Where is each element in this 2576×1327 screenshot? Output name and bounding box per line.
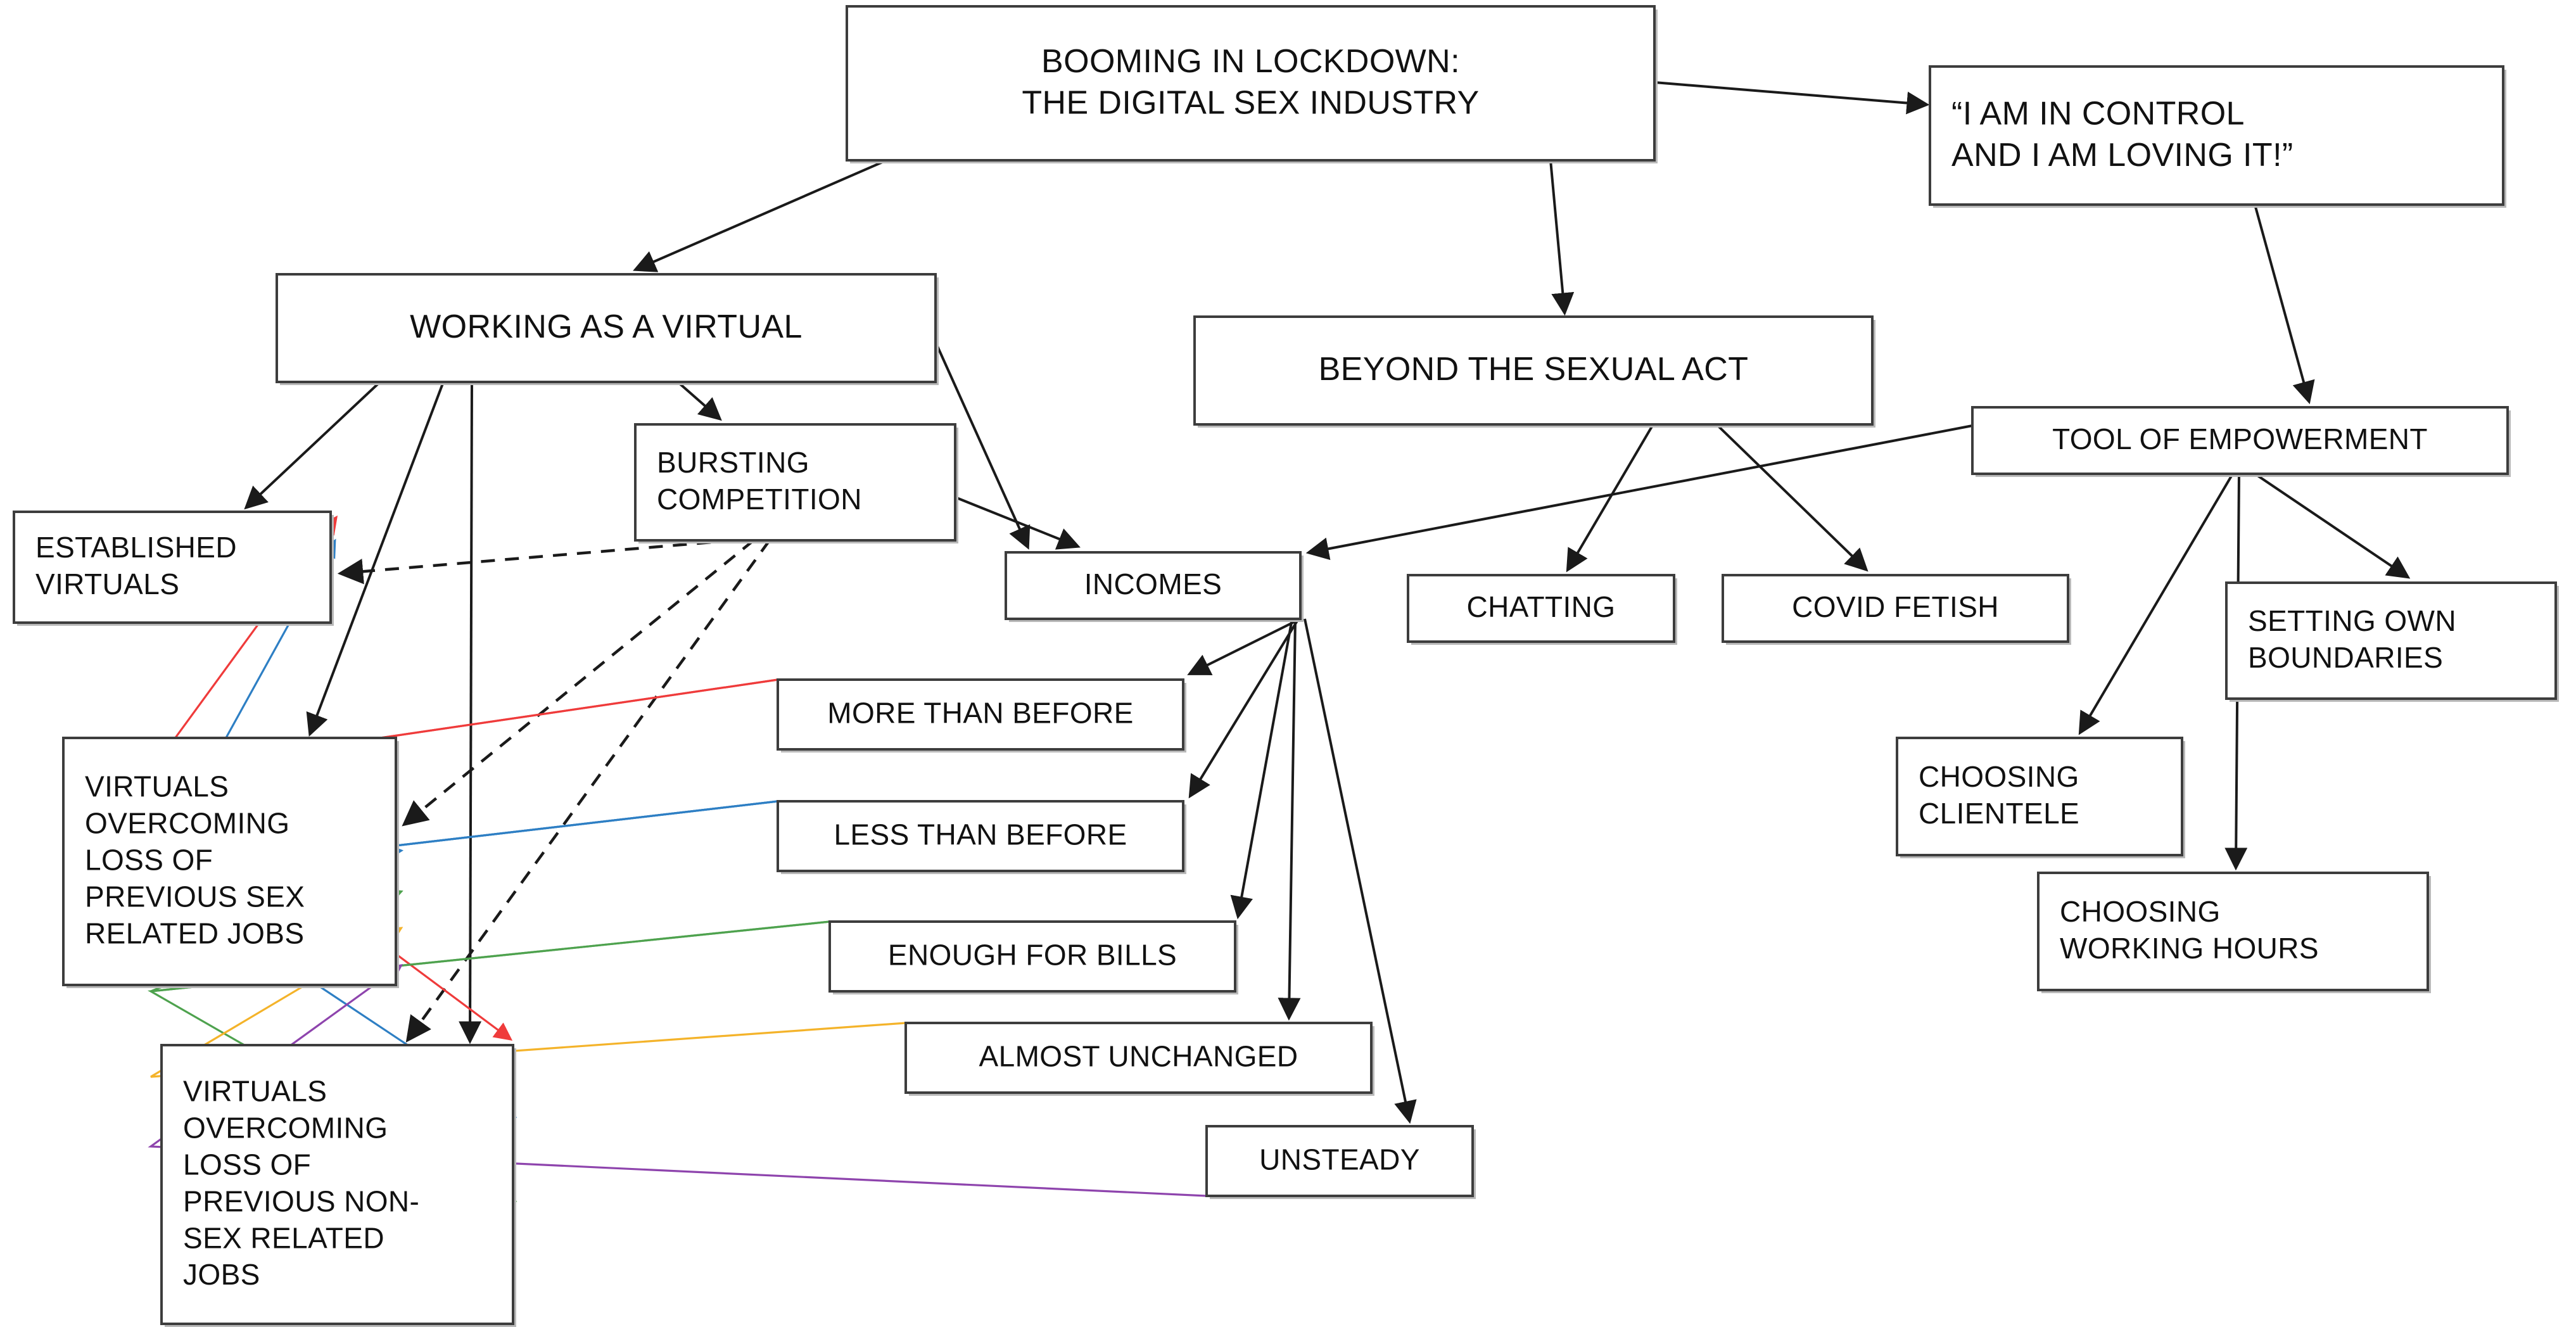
edge-tool-to-boundaries bbox=[2254, 473, 2411, 579]
node-beyond[interactable]: BEYOND THE SEXUAL ACT bbox=[1193, 315, 1875, 428]
node-label: ESTABLISHED bbox=[35, 531, 237, 564]
node-label: OVERCOMING bbox=[85, 806, 289, 839]
node-box[interactable] bbox=[846, 5, 1656, 162]
node-box[interactable] bbox=[1929, 65, 2504, 206]
edge-bursting-to-nonsexjobs bbox=[405, 539, 771, 1043]
diagram-canvas: BOOMING IN LOCKDOWN: THE DIGITAL SEX INDU… bbox=[0, 0, 2576, 1327]
node-label: VIRTUALS bbox=[183, 1074, 327, 1107]
edge-beyond-to-chatting bbox=[1566, 423, 1654, 573]
node-label: LOSS OF bbox=[85, 843, 213, 876]
node-more[interactable]: MORE THAN BEFORE bbox=[777, 678, 1186, 752]
edge-beyond-to-covid bbox=[1715, 423, 1869, 572]
node-established[interactable]: ESTABLISHED VIRTUALS bbox=[13, 511, 334, 626]
node-label: LOSS OF bbox=[183, 1148, 311, 1181]
node-label: THE DIGITAL SEX INDUSTRY bbox=[1022, 84, 1479, 121]
node-label: TOOL OF EMPOWERMENT bbox=[2052, 422, 2428, 455]
edge-root-to-control bbox=[1654, 81, 1930, 115]
edge-bursting-to-sexjobs bbox=[402, 539, 755, 827]
node-label: AND I AM LOVING IT!” bbox=[1951, 137, 2294, 174]
edge-incomes-to-almost bbox=[1278, 618, 1301, 1021]
node-clientele[interactable]: CHOOSING CLIENTELE bbox=[1896, 737, 2185, 858]
node-label: CHOOSING bbox=[1919, 760, 2079, 793]
node-control[interactable]: “I AM IN CONTROL AND I AM LOVING IT!” bbox=[1929, 65, 2506, 208]
node-label: WORKING HOURS bbox=[2060, 932, 2319, 965]
node-unsteady[interactable]: UNSTEADY bbox=[1205, 1125, 1476, 1199]
node-label: CLIENTELE bbox=[1919, 797, 2079, 830]
edge-working-to-established bbox=[244, 381, 381, 510]
node-label: BOOMING IN LOCKDOWN: bbox=[1041, 43, 1460, 80]
node-tool[interactable]: TOOL OF EMPOWERMENT bbox=[1971, 406, 2511, 477]
node-label: OVERCOMING bbox=[183, 1111, 388, 1144]
node-label: UNSTEADY bbox=[1259, 1143, 1420, 1176]
edge-tool-to-clientele bbox=[2078, 473, 2234, 735]
node-nonsexjobs[interactable]: VIRTUALS OVERCOMING LOSS OFPREVIOUS NON- SE… bbox=[160, 1044, 516, 1327]
edge-working-to-bursting bbox=[676, 381, 722, 421]
node-label: SEX RELATED bbox=[183, 1221, 384, 1254]
edge-root-to-working bbox=[633, 159, 887, 272]
node-bursting[interactable]: BURSTING COMPETITION bbox=[634, 423, 958, 543]
node-label: COMPETITION bbox=[657, 483, 862, 516]
node-label: CHOOSING bbox=[2060, 895, 2221, 928]
node-working[interactable]: WORKING AS A VIRTUAL bbox=[276, 273, 939, 385]
edge-control-to-tool bbox=[2254, 204, 2315, 405]
node-covid[interactable]: COVID FETISH bbox=[1722, 574, 2071, 645]
node-label: BOUNDARIES bbox=[2248, 641, 2443, 674]
edge-bursting-to-incomes bbox=[955, 496, 1081, 550]
node-label: MORE THAN BEFORE bbox=[827, 696, 1134, 729]
node-label: ENOUGH FOR BILLS bbox=[888, 938, 1177, 971]
node-label: JOBS bbox=[183, 1258, 260, 1291]
node-less[interactable]: LESS THAN BEFORE bbox=[777, 800, 1186, 874]
node-label: INCOMES bbox=[1084, 568, 1222, 600]
node-sexjobs[interactable]: VIRTUALSOVERCOMING LOSS OF PREVIOUS SEX REL… bbox=[62, 737, 399, 988]
node-label: RELATED JOBS bbox=[85, 917, 304, 949]
node-label: WORKING AS A VIRTUAL bbox=[410, 308, 803, 345]
node-label: SETTING OWN bbox=[2248, 604, 2456, 637]
node-label: ALMOST UNCHANGED bbox=[979, 1039, 1298, 1072]
edge-working-to-nonsexjobs bbox=[459, 381, 482, 1044]
node-layer: BOOMING IN LOCKDOWN: THE DIGITAL SEX INDU… bbox=[13, 5, 2559, 1327]
node-label: PREVIOUS NON- bbox=[183, 1184, 419, 1217]
node-incomes[interactable]: INCOMES bbox=[1005, 551, 1304, 622]
node-label: CHATTING bbox=[1467, 590, 1616, 623]
node-label: BURSTING bbox=[657, 446, 809, 479]
node-label: COVID FETISH bbox=[1792, 590, 1999, 623]
node-bills[interactable]: ENOUGH FOR BILLS bbox=[828, 920, 1238, 994]
node-label: VIRTUALS bbox=[85, 770, 229, 803]
node-chatting[interactable]: CHATTING bbox=[1407, 574, 1677, 645]
node-boundaries[interactable]: SETTING OWN BOUNDARIES bbox=[2225, 581, 2559, 702]
node-label: PREVIOUS SEX bbox=[85, 880, 305, 913]
node-label: LESS THAN BEFORE bbox=[834, 818, 1127, 851]
node-label: VIRTUALS bbox=[35, 568, 179, 600]
edge-root-to-beyond bbox=[1549, 160, 1575, 316]
edge-bursting-to-established bbox=[337, 538, 735, 585]
node-hours[interactable]: CHOOSING WORKING HOURS bbox=[2037, 872, 2431, 993]
edge-incomes-to-bills bbox=[1230, 618, 1293, 920]
node-almost[interactable]: ALMOST UNCHANGED bbox=[904, 1022, 1374, 1096]
concept-map-svg: BOOMING IN LOCKDOWN: THE DIGITAL SEX INDU… bbox=[13, 5, 2559, 1327]
node-label: “I AM IN CONTROL bbox=[1951, 95, 2245, 132]
node-label: BEYOND THE SEXUAL ACT bbox=[1319, 351, 1749, 388]
node-root[interactable]: BOOMING IN LOCKDOWN: THE DIGITAL SEX INDU… bbox=[846, 5, 1658, 163]
